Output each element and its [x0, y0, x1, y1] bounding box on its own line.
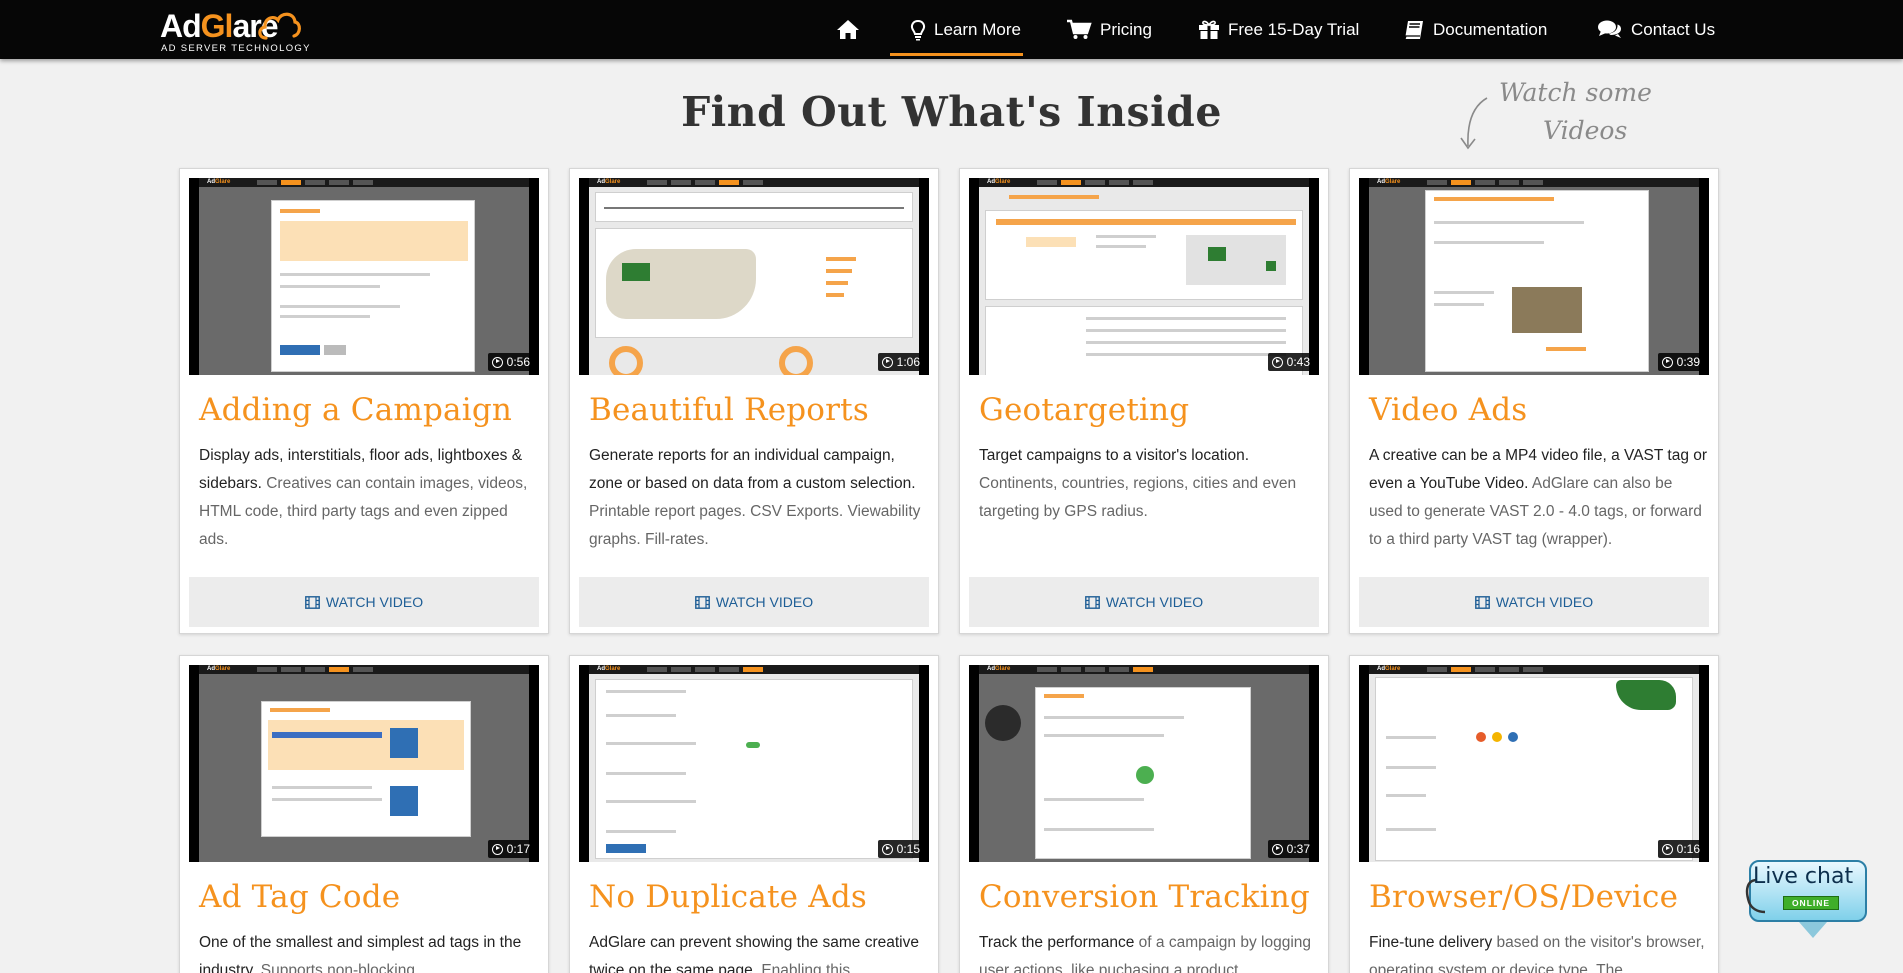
nav-documentation[interactable]: Documentation [1403, 0, 1547, 59]
note-line-2: Videos [1543, 116, 1628, 145]
card-description: Generate reports for an individual campa… [589, 447, 921, 548]
play-icon [1661, 356, 1673, 368]
nav-learn-more-label: Learn More [934, 19, 1021, 39]
video-card: AdGlare 0:17 Ad Tag Code One of the smal… [179, 655, 549, 973]
video-card: AdGlare 0:39 Video Ads A creative can be… [1349, 168, 1719, 634]
watch-videos-note: Watch some Videos [1455, 76, 1652, 156]
card-description: Display ads, interstitials, floor ads, l… [199, 447, 528, 548]
chat-bubbles-icon [1598, 20, 1621, 38]
gift-icon [1199, 20, 1219, 39]
video-thumbnail[interactable]: AdGlare 0:37 [969, 665, 1319, 862]
nav-free-trial[interactable]: Free 15-Day Trial [1198, 0, 1359, 59]
video-card: AdGlare 0:43 Geotargeting Target campaig… [959, 168, 1329, 634]
cloud-icon [258, 12, 301, 40]
top-navigation-bar: AdGlare AD SERVER TECHNOLOGY Learn More … [0, 0, 1903, 59]
video-thumbnail[interactable]: AdGlare 0:56 [189, 178, 539, 375]
nav-documentation-label: Documentation [1433, 19, 1548, 39]
video-thumbnail[interactable]: AdGlare 1:06 [579, 178, 929, 375]
video-duration: 0:56 [487, 353, 535, 371]
video-thumbnail[interactable]: AdGlare 0:43 [969, 178, 1319, 375]
card-description: Track the performance of a campaign by l… [979, 934, 1312, 973]
film-icon [1474, 595, 1490, 609]
video-duration: 0:17 [487, 840, 535, 858]
card-description: AdGlare can prevent showing the same cre… [589, 934, 919, 973]
card-description: A creative can be a MP4 video file, a VA… [1369, 447, 1708, 548]
lightbulb-icon [910, 19, 926, 40]
video-duration: 0:16 [1657, 840, 1705, 858]
logo-text-ad: Ad [160, 8, 202, 44]
video-card: AdGlare 0:16 Browser/OS/Device Fine-tune… [1349, 655, 1719, 973]
live-chat-status-badge: ONLINE [1783, 896, 1839, 910]
card-description: Fine-tune delivery based on the visitor'… [1369, 934, 1705, 973]
nav-contact-us-label: Contact Us [1631, 19, 1716, 39]
video-duration: 0:39 [1657, 353, 1705, 371]
play-icon [1271, 843, 1283, 855]
nav-contact-us[interactable]: Contact Us [1597, 0, 1715, 59]
play-icon [491, 843, 503, 855]
video-card: AdGlare 1:06 Beautiful Reports Generate … [569, 168, 939, 634]
nav-free-trial-label: Free 15-Day Trial [1228, 19, 1360, 39]
card-title: Video Ads [1369, 392, 1528, 428]
video-duration: 0:15 [877, 840, 925, 858]
film-icon [304, 595, 320, 609]
logo-subtitle: AD SERVER TECHNOLOGY [161, 43, 311, 54]
note-line-1: Watch some [1499, 78, 1652, 107]
book-icon [1404, 20, 1423, 39]
video-thumbnail[interactable]: AdGlare 0:17 [189, 665, 539, 862]
watch-video-button[interactable]: WATCH VIDEO [969, 577, 1319, 627]
video-duration: 0:43 [1267, 353, 1315, 371]
card-description: One of the smallest and simplest ad tags… [199, 934, 522, 973]
logo-text-gl: Gl [200, 8, 234, 44]
watch-video-button[interactable]: WATCH VIDEO [1359, 577, 1709, 627]
video-duration: 1:06 [877, 353, 925, 371]
play-icon [491, 356, 503, 368]
play-icon [881, 843, 893, 855]
nav-pricing-label: Pricing [1100, 19, 1152, 39]
card-title: Ad Tag Code [199, 879, 401, 915]
video-duration: 0:37 [1267, 840, 1315, 858]
live-chat-label: Live chat [1753, 864, 1854, 889]
video-thumbnail[interactable]: AdGlare 0:16 [1359, 665, 1709, 862]
card-description: Target campaigns to a visitor's location… [979, 447, 1297, 520]
play-icon [881, 356, 893, 368]
cart-icon [1067, 19, 1092, 39]
curved-arrow-icon [1460, 97, 1488, 150]
watch-video-button[interactable]: WATCH VIDEO [189, 577, 539, 627]
live-chat-widget[interactable]: Live chat ONLINE [1743, 858, 1871, 942]
adglare-logo[interactable]: AdGlare AD SERVER TECHNOLOGY [160, 6, 309, 54]
card-title: Geotargeting [979, 392, 1190, 428]
play-icon [1661, 843, 1673, 855]
card-title: Conversion Tracking [979, 879, 1310, 915]
play-icon [1271, 356, 1283, 368]
film-icon [694, 595, 710, 609]
video-card: AdGlare 0:15 No Duplicate Ads AdGlare ca… [569, 655, 939, 973]
card-title: Adding a Campaign [199, 392, 513, 428]
video-card: AdGlare 0:37 Conversion Tracking Track t… [959, 655, 1329, 973]
card-title: No Duplicate Ads [589, 879, 867, 915]
watch-video-button[interactable]: WATCH VIDEO [579, 577, 929, 627]
card-title: Browser/OS/Device [1369, 879, 1679, 915]
film-icon [1084, 595, 1100, 609]
nav-home[interactable] [836, 0, 868, 59]
video-thumbnail[interactable]: AdGlare 0:39 [1359, 178, 1709, 375]
home-icon [837, 20, 859, 39]
nav-learn-more[interactable]: Learn More [890, 0, 1023, 59]
nav-pricing[interactable]: Pricing [1066, 0, 1152, 59]
card-title: Beautiful Reports [589, 392, 869, 428]
video-card: AdGlare 0:56 Adding a Campaign Display a… [179, 168, 549, 634]
video-thumbnail[interactable]: AdGlare 0:15 [579, 665, 929, 862]
